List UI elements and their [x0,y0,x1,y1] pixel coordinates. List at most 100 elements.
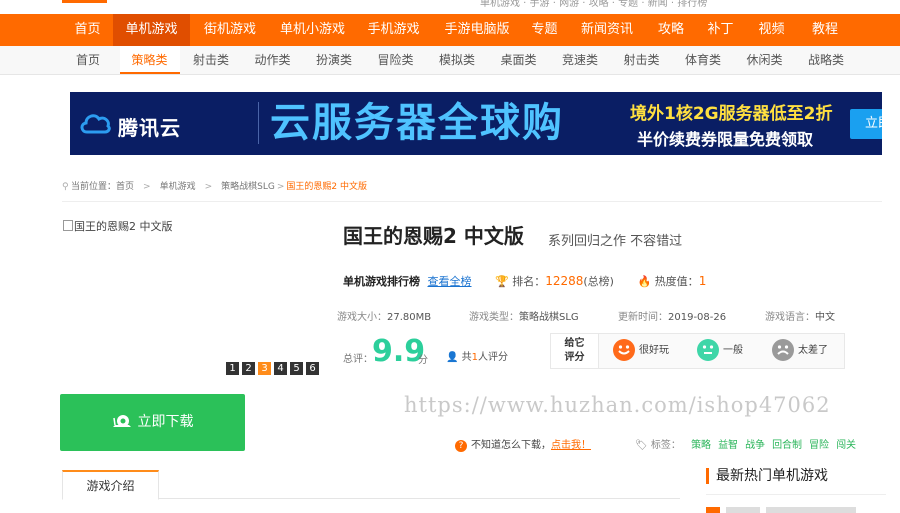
view-full-ranking-link[interactable]: 查看全榜 [428,275,472,288]
tag-link[interactable]: 冒险 [809,440,829,451]
pager-item[interactable]: 2 [242,362,255,375]
pager-item[interactable]: 3 [258,362,271,375]
breadcrumb-item-home[interactable]: 首页 [116,179,134,192]
info-size-label: 游戏大小： [337,312,387,323]
tag-link[interactable]: 闯关 [836,440,856,451]
main-nav-item[interactable]: 手机游戏 [355,14,432,46]
rate-good-label: 很好玩 [639,345,669,356]
sub-nav-item[interactable]: 策略类 [119,46,180,74]
rate-good-button[interactable]: 很好玩 [613,339,669,363]
rating-count: 👤 共1人评分 [446,348,508,363]
main-nav-item[interactable]: 教程 [797,14,853,46]
main-nav-item[interactable]: 专题 [522,14,567,46]
hot-games-list [706,507,886,513]
main-nav-item[interactable]: 单机游戏 [113,14,190,46]
banner-offer: 境外1核2G服务器低至2折 [630,104,833,124]
snail-icon [112,415,131,427]
happy-face-icon [613,339,635,361]
neutral-face-icon [697,339,719,361]
sub-nav-item[interactable]: 竞速类 [550,46,610,74]
rate-average-button[interactable]: 一般 [697,339,743,363]
tag-link[interactable]: 回合制 [772,440,802,451]
main-nav-item[interactable]: 补丁 [695,14,746,46]
breadcrumb-separator: > [276,182,285,192]
main-nav: 首页 单机游戏 街机游戏 单机小游戏 手机游戏 手游电脑版 专题 新闻资讯 攻略 补丁 视频 教程 [0,14,900,46]
tab-game-intro[interactable]: 游戏介绍 [62,470,159,500]
download-help: ? 不知道怎么下载，点击我！ [455,436,591,452]
rank-value: 12288 [545,274,584,288]
breadcrumb-item-genre[interactable]: 策略战棋SLG [221,179,275,192]
trophy-icon: 🏆 [495,275,509,288]
hot-games-divider [706,494,886,495]
hot-game-rank-badge [706,507,720,513]
main-nav-item[interactable]: 视频 [746,14,797,46]
main-nav-item[interactable]: 街机游戏 [190,14,270,46]
main-nav-item[interactable]: 新闻资讯 [567,14,647,46]
score-unit: 分 [418,355,428,366]
sub-nav-item[interactable]: 扮演类 [304,46,364,74]
sub-nav-item[interactable]: 桌面类 [489,46,549,74]
hot-game-item[interactable] [766,507,856,513]
top-strip: 单机游戏 · 手游 · 网游 · 攻略 · 专题 · 新闻 · 排行榜 [0,0,900,14]
sub-nav-item[interactable]: 射击类 [612,46,672,74]
sad-face-icon [772,339,794,361]
fire-icon: 🔥 [637,275,652,288]
heat-label: 热度值： [654,275,699,288]
top-links[interactable]: 单机游戏 · 手游 · 网游 · 攻略 · 专题 · 新闻 · 排行榜 [480,0,707,9]
tag-row: 🏷 标签： 策略 益智 战争 回合制 冒险 闯关 [635,436,856,451]
rank-row: 单机游戏排行榜 查看全榜 🏆 排名：12288(总榜) 🔥 热度值：1 [343,273,706,289]
banner-cta-button[interactable]: 立即抢购 [850,109,882,139]
sub-nav-item[interactable]: 模拟类 [427,46,487,74]
sub-nav-item[interactable]: 首页 [58,46,118,74]
pager-item[interactable]: 4 [274,362,287,375]
sub-nav-item[interactable]: 射击类 [181,46,241,74]
breadcrumb: ⚲ 当前位置：首页 > 单机游戏 > 策略战棋SLG > 国王的恩赐2 中文版 [62,179,367,192]
download-button[interactable]: 立即下载 [60,394,245,451]
rank-suffix: (总榜) [583,275,614,288]
info-language-value: 中文 [815,312,835,323]
info-date-value: 2019-08-26 [668,312,727,323]
tag-icon: 🏷 [635,440,651,451]
tags-label: 标签： [650,440,681,451]
sub-nav-item[interactable]: 动作类 [243,46,303,74]
pager-item[interactable]: 6 [306,362,319,375]
tag-link[interactable]: 策略 [691,440,711,451]
tag-link[interactable]: 战争 [745,440,765,451]
game-screenshot[interactable]: 国王的恩赐2 中文版 [63,218,173,234]
banner-subtext: 半价续费券限量免费领取 [637,130,814,149]
info-language-label: 游戏语言： [765,312,815,323]
info-date: 更新时间：2019-08-26 [618,308,726,323]
sub-nav-item[interactable]: 休闲类 [735,46,795,74]
pager-item[interactable]: 5 [290,362,303,375]
rating-count-prefix: 共 [461,352,472,363]
rate-box: 给它 评分 很好玩 一般 太差了 [550,333,845,369]
main-nav-item[interactable]: 单机小游戏 [270,14,355,46]
broken-image-icon [63,220,73,231]
breadcrumb-item-category[interactable]: 单机游戏 [160,179,196,192]
sub-nav-item[interactable]: 冒险类 [366,46,426,74]
banner-brand: 腾讯云 [118,116,181,140]
main-nav-item[interactable]: 手游电脑版 [432,14,522,46]
heat-value: 1 [698,274,707,288]
info-type-value: 策略战棋SLG [519,312,579,323]
breadcrumb-current: 国王的恩赐2 中文版 [286,182,367,192]
breadcrumb-prefix: 当前位置： [71,182,117,192]
rating-count-suffix: 人评分 [478,352,509,363]
hot-game-item[interactable] [726,507,760,513]
hot-games-title: 最新热门单机游戏 [706,468,828,484]
rate-bad-button[interactable]: 太差了 [772,339,828,363]
ranking-label: 单机游戏排行榜 [343,275,420,288]
sub-nav-item[interactable]: 体育类 [673,46,733,74]
info-size-value: 27.80MB [387,312,432,323]
main-nav-item[interactable]: 攻略 [647,14,695,46]
site-logo[interactable] [62,0,107,3]
tag-link[interactable]: 益智 [718,440,738,451]
download-help-link[interactable]: 点击我！ [551,440,591,451]
sub-nav-item[interactable]: 战略类 [796,46,856,74]
breadcrumb-separator: > [204,182,213,192]
main-nav-item[interactable]: 首页 [62,14,113,46]
ad-banner[interactable]: 腾讯云 云服务器全球购 境外1核2G服务器低至2折 半价续费券限量免费领取 立即… [70,92,882,155]
pager-item[interactable]: 1 [226,362,239,375]
score-label: 总评： [343,354,373,365]
sub-nav: 首页 策略类 射击类 动作类 扮演类 冒险类 模拟类 桌面类 竞速类 射击类 体育类 休闲类 战略类 [0,46,900,75]
